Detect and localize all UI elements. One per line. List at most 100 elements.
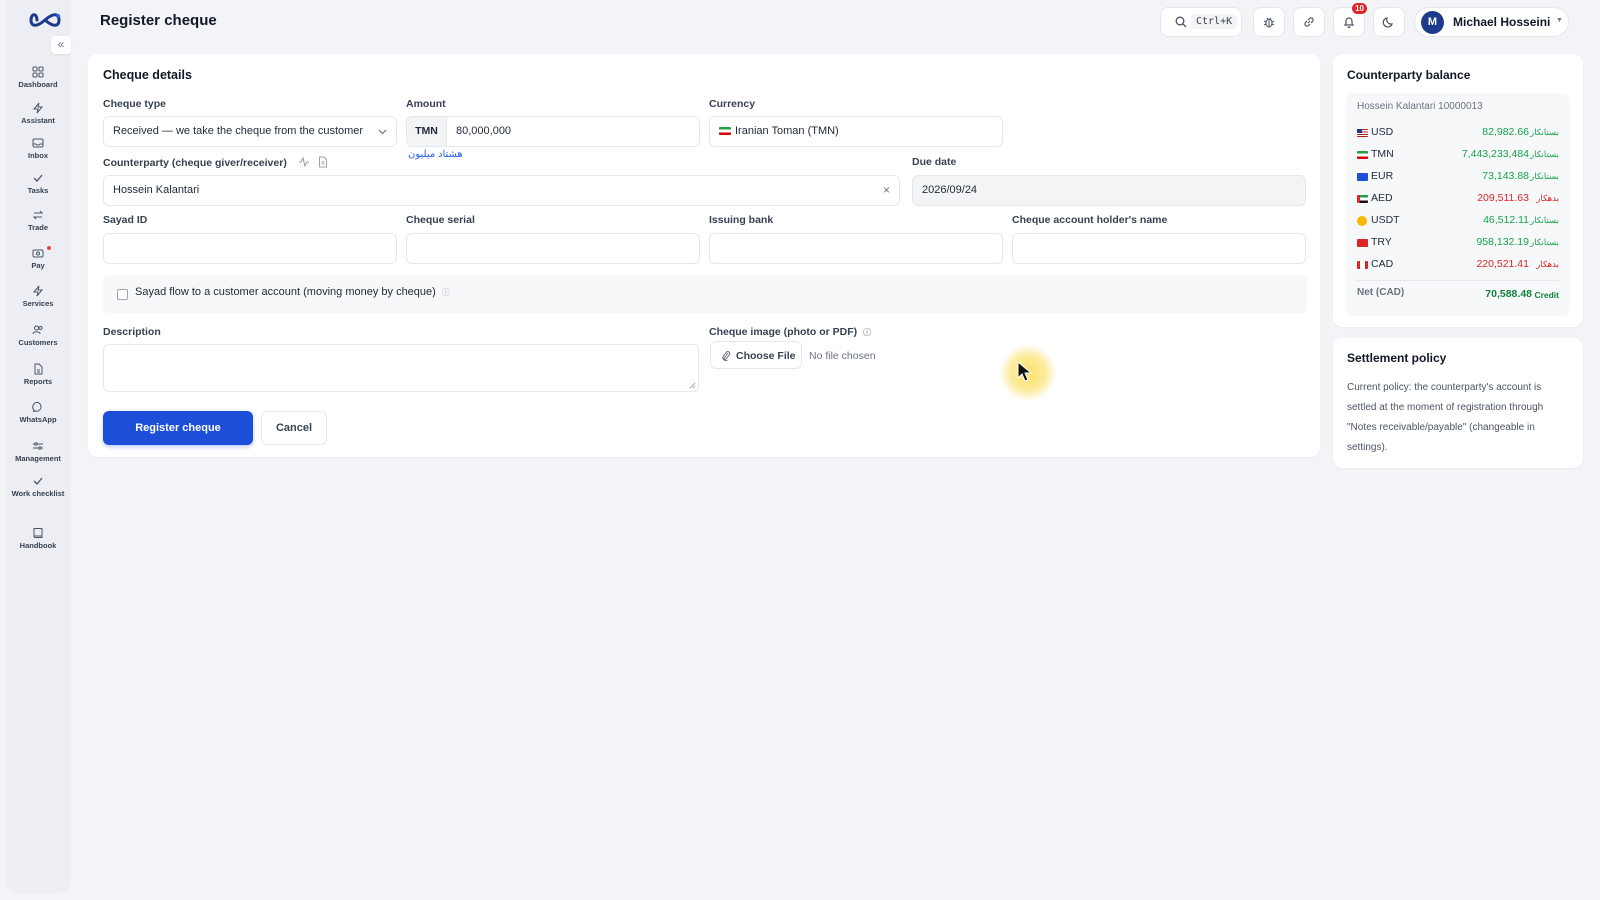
inbox-icon: [32, 138, 44, 148]
cheque-image-label: Cheque image (photo or PDF) ⓘ: [709, 326, 871, 338]
sidebar-item-reports[interactable]: Reports: [6, 363, 70, 386]
sidebar-item-inbox[interactable]: Inbox: [6, 137, 70, 160]
cheque-image-label-text: Cheque image (photo or PDF): [709, 326, 858, 338]
balance-amount: 82,982.66: [1482, 126, 1529, 138]
sidebar-item-label: Tasks: [27, 186, 49, 195]
balance-row: USD 82,982.66 بستانکار: [1357, 125, 1559, 141]
info-icon[interactable]: ⓘ: [442, 287, 450, 298]
resize-handle-icon[interactable]: [689, 382, 696, 389]
sidebar-item-label: Work checklist: [11, 489, 65, 498]
sidebar-item-dashboard[interactable]: Dashboard: [6, 66, 70, 89]
balance-divider: [1357, 280, 1559, 281]
balance-amount: 73,143.88: [1482, 170, 1529, 182]
sidebar-collapse-button[interactable]: «: [51, 36, 71, 54]
sayad-flow-label-wrap: Sayad flow to a customer account (moving…: [135, 286, 450, 298]
sayad-id-label: Sayad ID: [103, 214, 148, 226]
sidebar-item-label: Assistant: [21, 116, 55, 125]
search-button[interactable]: Ctrl+K: [1160, 7, 1242, 37]
activity-icon[interactable]: [298, 156, 310, 168]
clear-icon[interactable]: ×: [883, 183, 890, 197]
sidebar: « Dashboard Assistant Inbox Tasks Trade …: [6, 0, 71, 893]
balance-row: CAD 220,521.41 بدهکار: [1357, 257, 1559, 273]
balance-row: AED 209,511.63 بدهکار: [1357, 191, 1559, 207]
balance-row: EUR 73,143.88 بستانکار: [1357, 169, 1559, 185]
counterparty-label: Counterparty (cheque giver/receiver): [103, 156, 328, 169]
bell-icon: [1343, 17, 1355, 29]
mouse-cursor: [1000, 345, 1056, 401]
amount-currency-addon: TMN: [407, 117, 447, 146]
sidebar-item-label: Handbook: [19, 541, 57, 550]
balance-amount: 958,132.19: [1476, 236, 1529, 248]
balance-currency: AED: [1371, 192, 1393, 204]
sidebar-item-customers[interactable]: Customers: [6, 324, 70, 347]
cheque-type-select[interactable]: Received — we take the cheque from the c…: [103, 116, 397, 147]
cheque-type-value: Received — we take the cheque from the c…: [113, 125, 364, 137]
sidebar-item-work-checklist[interactable]: Work checklist: [6, 475, 70, 498]
balance-status: بدهکار: [1536, 259, 1559, 269]
sidebar-item-services[interactable]: Services: [6, 285, 70, 308]
cheque-serial-input[interactable]: [406, 233, 700, 264]
sayad-flow-checkbox[interactable]: [117, 289, 128, 300]
page-title: Register cheque: [100, 12, 217, 29]
sidebar-item-label: Reports: [23, 377, 53, 386]
balance-status: بستانکار: [1530, 215, 1559, 225]
info-icon[interactable]: ⓘ: [863, 327, 871, 338]
amount-value: 80,000,000: [456, 125, 512, 137]
notifications-button[interactable]: 10: [1333, 3, 1367, 37]
choose-file-label: Choose File: [736, 350, 796, 362]
sidebar-item-management[interactable]: Management: [6, 440, 70, 463]
user-name: Michael Hosseini: [1453, 15, 1551, 29]
balance-amount: 220,521.41: [1476, 258, 1529, 270]
document-icon[interactable]: [318, 156, 328, 168]
card-title: Cheque details: [103, 68, 192, 82]
sidebar-item-label: Inbox: [28, 151, 48, 160]
net-label: Net (CAD): [1357, 287, 1405, 298]
cheque-type-label: Cheque type: [103, 98, 167, 110]
debug-button[interactable]: [1253, 7, 1285, 37]
register-cheque-button[interactable]: Register cheque: [103, 411, 253, 445]
counterparty-balance-card: Counterparty balance Hossein Kalantari 1…: [1333, 54, 1583, 327]
wallet-icon: [32, 249, 44, 258]
sidebar-item-whatsapp[interactable]: WhatsApp: [6, 401, 70, 424]
counterparty-input[interactable]: Hossein Kalantari ×: [103, 175, 900, 206]
brand-logo[interactable]: [28, 10, 62, 30]
sliders-icon: [33, 442, 43, 450]
balance-panel: Hossein Kalantari 10000013 USD 82,982.66…: [1346, 93, 1570, 316]
choose-file-button[interactable]: Choose File: [710, 341, 802, 369]
balance-row: TMN 7,443,233,484 بستانکار: [1357, 147, 1559, 163]
sidebar-item-tasks[interactable]: Tasks: [6, 172, 70, 195]
issuing-bank-input[interactable]: [709, 233, 1003, 264]
sidebar-item-handbook[interactable]: Handbook: [6, 527, 70, 550]
link-button[interactable]: [1293, 7, 1325, 37]
issuing-bank-label: Issuing bank: [709, 214, 774, 226]
balance-currency: EUR: [1371, 170, 1394, 182]
due-date-input[interactable]: 2026/09/24: [912, 175, 1306, 206]
currency-select[interactable]: Iranian Toman (TMN): [709, 116, 1003, 147]
holder-name-input[interactable]: [1012, 233, 1306, 264]
sidebar-item-assistant[interactable]: Assistant: [6, 102, 70, 125]
sidebar-item-pay[interactable]: Pay: [6, 246, 70, 270]
swap-icon: [32, 210, 44, 220]
description-label: Description: [103, 326, 161, 338]
chevron-down-icon: [378, 129, 387, 135]
sidebar-item-label: Customers: [18, 338, 58, 347]
sidebar-item-trade[interactable]: Trade: [6, 209, 70, 232]
counterparty-value: Hossein Kalantari: [113, 184, 200, 196]
cancel-button[interactable]: Cancel: [261, 411, 327, 445]
iran-flag-icon: [1357, 151, 1368, 159]
sayad-id-input[interactable]: [103, 233, 397, 264]
balance-title: Counterparty balance: [1347, 68, 1471, 82]
search-icon: [1175, 16, 1187, 28]
usdt-coin-icon: [1357, 216, 1367, 226]
user-menu-button[interactable]: M Michael Hosseini ▼: [1414, 7, 1569, 37]
settlement-policy-card: Settlement policy Current policy: the co…: [1333, 338, 1583, 468]
theme-toggle-button[interactable]: [1373, 7, 1405, 37]
balance-currency: TMN: [1371, 148, 1394, 160]
balance-status: بستانکار: [1530, 171, 1559, 181]
description-textarea[interactable]: [103, 344, 699, 392]
amount-input[interactable]: TMN 80,000,000: [406, 116, 700, 147]
balance-row: USDT 46,512.11 بستانکار: [1357, 213, 1559, 229]
cheque-serial-label: Cheque serial: [406, 214, 475, 226]
balance-status: بستانکار: [1530, 237, 1559, 247]
bug-icon: [1263, 17, 1275, 28]
